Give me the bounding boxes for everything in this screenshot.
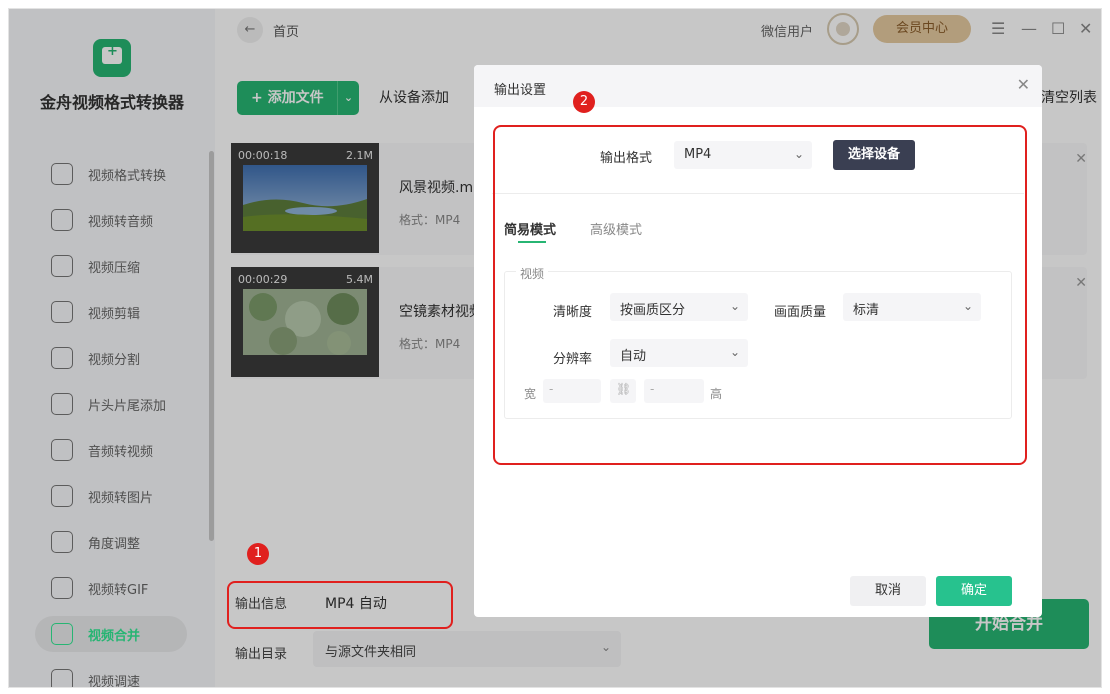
- dialog-header: [474, 65, 1042, 107]
- annotation-box-1: [227, 581, 453, 629]
- app-window: 金舟视频格式转换器 视频格式转换 视频转音频 视频压缩 视频剪辑 视频分割 片头…: [8, 8, 1102, 688]
- dialog-title: 输出设置: [494, 83, 547, 98]
- annotation-number-1: 1: [247, 543, 269, 565]
- confirm-button[interactable]: 确定: [936, 576, 1012, 606]
- close-icon[interactable]: ✕: [1017, 75, 1030, 94]
- annotation-box-2: [493, 125, 1027, 465]
- annotation-number-2: 2: [573, 91, 595, 113]
- merge-icon: [51, 623, 73, 645]
- cancel-button[interactable]: 取消: [850, 576, 926, 606]
